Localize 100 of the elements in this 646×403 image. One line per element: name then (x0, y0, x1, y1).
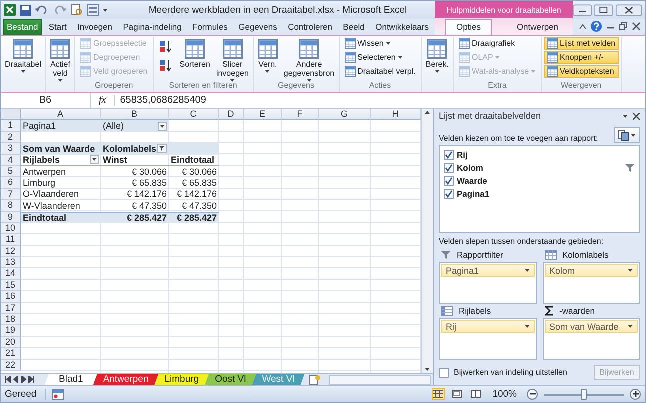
ribbon-button[interactable]: Veldkopteksten (544, 65, 619, 78)
restore-icon[interactable] (619, 22, 628, 31)
close-icon[interactable] (633, 112, 640, 120)
row-header[interactable]: 13 (1, 257, 21, 268)
insert-sheet-icon[interactable] (308, 374, 321, 384)
column-header[interactable]: B (101, 109, 169, 120)
dropdown-button-icon[interactable] (90, 155, 99, 164)
row-header[interactable]: 15 (1, 280, 21, 292)
row-header[interactable]: 21 (1, 348, 21, 360)
column-header[interactable]: E (244, 109, 282, 120)
row-header[interactable]: 2 (1, 132, 21, 144)
ribbon-tab[interactable]: Pagina-indeling (119, 19, 186, 35)
ribbon-tab[interactable]: Gegevens (234, 19, 282, 35)
scroll-up-icon[interactable] (425, 111, 430, 114)
field-name[interactable]: Rij (457, 150, 468, 160)
ribbon-tab[interactable]: Invoegen (74, 19, 117, 35)
close-icon[interactable] (632, 22, 641, 31)
layout-button[interactable] (614, 127, 640, 143)
ribbon-tab[interactable]: Beeld (339, 19, 369, 35)
ribbon-button[interactable]: Knoppen +/- (544, 51, 619, 64)
drop-area[interactable]: Kolom (542, 262, 640, 304)
field-name[interactable]: Pagina1 (457, 189, 490, 199)
checkbox[interactable] (439, 368, 449, 378)
ribbon-tab[interactable]: Ontwerpen (512, 19, 563, 35)
zoom-in-icon[interactable] (630, 388, 641, 400)
field-chip[interactable]: Kolom (544, 264, 638, 277)
help-icon[interactable] (591, 21, 602, 32)
sheet-tab[interactable]: Limburg (154, 374, 210, 385)
drop-area[interactable]: Som van Waarde (542, 318, 640, 360)
row-header[interactable]: 12 (1, 246, 21, 258)
ribbon-tab[interactable]: Bestand (3, 19, 42, 35)
formula-field[interactable]: 65835,0686285409 (115, 95, 645, 106)
checkbox[interactable] (444, 176, 454, 186)
sheet-tab[interactable]: Oost Vl (205, 374, 256, 385)
ribbon-button[interactable]: Wissen (342, 37, 419, 50)
checkbox[interactable] (444, 150, 454, 160)
row-header[interactable]: 3 (1, 143, 21, 155)
row-header[interactable]: 14 (1, 268, 21, 280)
row-header[interactable]: 4 (1, 154, 21, 166)
horizontal-scrollbar[interactable] (328, 374, 431, 384)
row-header[interactable]: 22 (1, 360, 21, 371)
dropdown-button-icon[interactable] (158, 122, 167, 131)
ribbon-tab[interactable]: Ontwikkelaars (372, 19, 433, 35)
row-header[interactable]: 10 (1, 222, 21, 234)
vertical-scrollbar[interactable] (421, 109, 433, 373)
ribbon-button[interactable]: Vern. (256, 37, 280, 75)
sheet-tab[interactable]: Blad1 (45, 374, 98, 385)
form-icon[interactable] (87, 4, 99, 16)
print-preview-icon[interactable] (71, 4, 83, 16)
row-header[interactable]: 8 (1, 200, 21, 212)
drop-area[interactable]: Rij (439, 318, 536, 360)
column-header[interactable]: H (371, 109, 421, 120)
ribbon-button[interactable]: Draaitabel (3, 37, 44, 75)
maximize-icon[interactable] (594, 4, 614, 16)
row-header[interactable]: 6 (1, 177, 21, 189)
minimize-icon[interactable] (573, 4, 592, 16)
page-break-icon[interactable] (470, 388, 483, 400)
column-header[interactable]: D (219, 109, 244, 120)
row-header[interactable]: 20 (1, 336, 21, 348)
row-header[interactable]: 19 (1, 325, 21, 337)
collapse-ribbon-icon[interactable] (579, 24, 587, 30)
ribbon-button[interactable]: Actief veld (48, 37, 72, 84)
row-header[interactable]: 9 (1, 212, 21, 223)
field-chip[interactable]: Pagina1 (441, 264, 534, 277)
close-icon[interactable] (616, 4, 642, 16)
ribbon-button[interactable]: Draaitabel verpl. (342, 65, 419, 78)
scroll-down-icon[interactable] (425, 368, 430, 371)
row-header[interactable]: 16 (1, 291, 21, 303)
ribbon-tab[interactable]: Start (44, 19, 71, 35)
ribbon-button[interactable]: Berek. (424, 37, 451, 75)
ribbon-button[interactable]: Selecteren (342, 51, 419, 64)
insert-function-button[interactable]: fx (91, 95, 116, 106)
column-header[interactable]: F (282, 109, 319, 120)
row-header[interactable]: 18 (1, 314, 21, 326)
column-header[interactable]: A (21, 109, 101, 120)
ribbon-button[interactable]: Sorteren (178, 37, 212, 71)
name-box[interactable]: B6 (1, 93, 91, 108)
row-header[interactable]: 17 (1, 302, 21, 314)
field-name[interactable]: Waarde (457, 176, 488, 186)
ribbon-tab[interactable]: Formules (188, 19, 232, 35)
row-header[interactable]: 5 (1, 166, 21, 178)
ribbon-button[interactable]: Draaigrafiek (456, 37, 540, 50)
checkbox[interactable] (444, 163, 454, 173)
normal-view-icon[interactable] (432, 388, 445, 400)
undo-icon[interactable] (35, 5, 49, 15)
column-header[interactable]: C (169, 109, 219, 120)
filter-button-icon[interactable] (157, 144, 167, 154)
macro-record-icon[interactable] (52, 388, 64, 400)
field-chip[interactable]: Rij (441, 320, 534, 333)
row-header[interactable]: 1 (1, 120, 21, 132)
ribbon-tab[interactable]: Opties (445, 19, 492, 35)
row-header[interactable]: 7 (1, 188, 21, 200)
save-icon[interactable] (20, 4, 31, 16)
slider-thumb[interactable] (581, 388, 587, 400)
page-layout-icon[interactable] (450, 388, 464, 400)
field-chip[interactable]: Som van Waarde (544, 320, 638, 333)
ribbon-button[interactable]: Lijst met velden (544, 37, 619, 50)
sheet-tab[interactable]: Antwerpen (93, 374, 159, 385)
checkbox[interactable] (444, 189, 454, 199)
zoom-level[interactable]: 100% (488, 388, 521, 400)
